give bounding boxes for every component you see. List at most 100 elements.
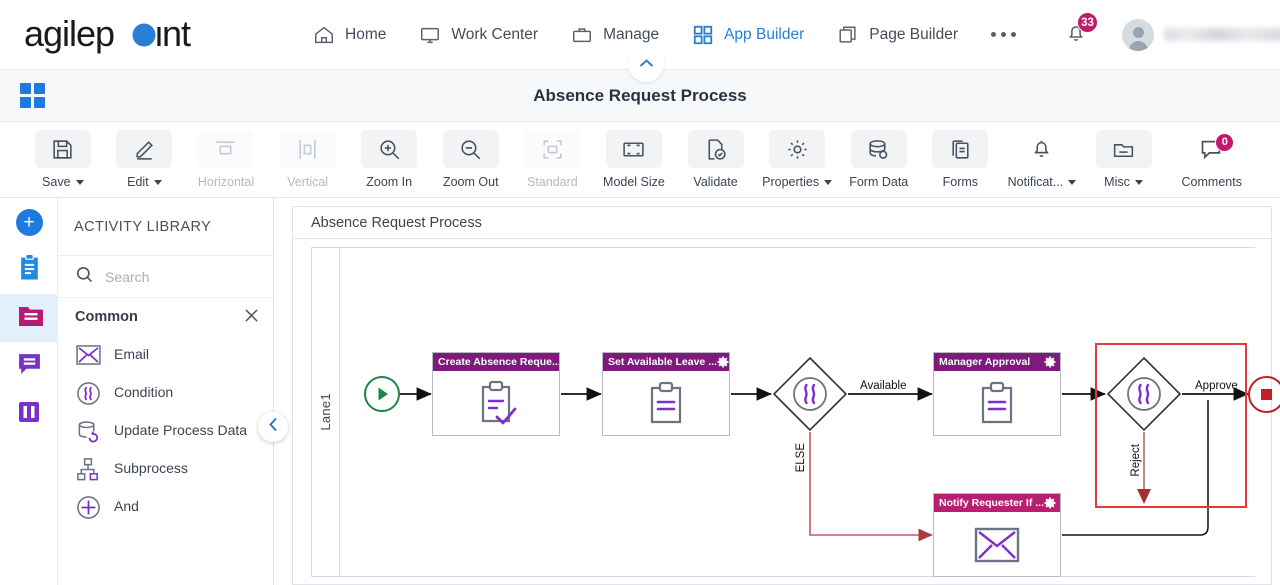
library-item-label: Email <box>114 346 150 363</box>
library-item-update-process-data[interactable]: Update Process Data <box>58 412 273 450</box>
more-menu-icon[interactable] <box>974 26 1032 43</box>
vertical-button: Vertical <box>267 128 349 189</box>
activity-node-set-available-leave[interactable]: Set Available Leave ... <box>602 352 730 436</box>
library-item-label: Subprocess <box>114 460 188 477</box>
page-title: Absence Request Process <box>533 85 747 105</box>
diagram-area[interactable]: Create Absence Reque... Set Available Le… <box>340 248 1280 577</box>
notifications-button[interactable]: 33 <box>1054 12 1098 55</box>
edit-button[interactable]: Edit <box>104 128 186 189</box>
library-group-common[interactable]: Common <box>58 298 273 336</box>
edge-label-reject: Reject <box>1130 444 1142 477</box>
comments-badge: 0 <box>1215 132 1235 152</box>
button-label: Validate <box>693 175 738 189</box>
nav-items: Home Work Center Manage App Builder Page… <box>296 17 1032 53</box>
button-label: Forms <box>942 175 979 189</box>
condition-icon <box>75 380 101 406</box>
gateway-node-condition-1[interactable] <box>772 356 848 432</box>
chevron-down-icon <box>75 179 84 185</box>
activity-node-create-absence-request[interactable]: Create Absence Reque... <box>432 352 560 436</box>
chevron-up-icon <box>639 58 654 68</box>
svg-text:agilep: agilep <box>24 13 114 54</box>
button-label: Horizontal <box>197 175 255 189</box>
rail-item-activity-library[interactable] <box>0 294 58 342</box>
button-label: Zoom In <box>366 175 413 189</box>
folder-lib-icon <box>18 304 44 333</box>
gear-icon[interactable] <box>1044 497 1056 509</box>
rail-item-tasks[interactable] <box>0 246 58 294</box>
nav-item-page-builder[interactable]: Page Builder <box>820 17 974 53</box>
activity-title: Manager Approval <box>939 356 1031 368</box>
nav-item-manage[interactable]: Manage <box>554 17 675 53</box>
comments-button[interactable]: 0 Comments <box>1164 128 1259 189</box>
comment-icon: 0 <box>1184 130 1240 168</box>
pencil-icon <box>116 130 173 168</box>
activity-node-manager-approval[interactable]: Manager Approval <box>933 352 1061 436</box>
columns-icon <box>17 400 41 429</box>
monitor-icon <box>418 23 442 47</box>
lane-header[interactable]: Lane1 <box>312 248 340 576</box>
button-label: Misc <box>1104 175 1130 189</box>
gateway-node-condition-2[interactable] <box>1106 356 1182 432</box>
edge-label-else: ELSE <box>795 443 807 473</box>
rail-item-add-activity[interactable]: + <box>0 198 58 246</box>
envelope-icon <box>974 527 1020 562</box>
activity-body <box>934 371 1060 436</box>
model-toolbar: Save Edit Horizontal Vertical Zoom In Zo… <box>0 122 1280 198</box>
canvas-header-title: Absence Request Process <box>293 207 1271 239</box>
user-profile-menu[interactable] <box>1122 18 1280 51</box>
library-item-and[interactable]: And <box>58 488 273 526</box>
button-label: Model Size <box>603 175 665 189</box>
validate-button[interactable]: Validate <box>675 128 757 189</box>
end-event-node[interactable] <box>1248 376 1280 413</box>
properties-button[interactable]: Properties <box>756 128 838 189</box>
forms-button[interactable]: Forms <box>920 128 1002 189</box>
nav-label: Manage <box>603 25 660 43</box>
rail-item-swimlanes[interactable] <box>0 390 58 438</box>
activity-node-notify-requester[interactable]: Notify Requester If ... <box>933 493 1061 577</box>
task-icon <box>650 381 682 423</box>
plus-circle-icon: + <box>15 208 43 236</box>
model-size-button[interactable]: Model Size <box>593 128 675 189</box>
copy-icon <box>836 23 860 47</box>
grid-icon <box>691 23 715 47</box>
clipboard-icon <box>17 254 42 286</box>
library-item-condition[interactable]: Condition <box>58 374 273 412</box>
update-data-icon <box>75 418 101 444</box>
nav-item-app-builder[interactable]: App Builder <box>675 17 820 53</box>
agilepoint-logo[interactable]: agilep int <box>24 12 196 58</box>
gear-icon[interactable] <box>717 356 729 368</box>
library-item-email[interactable]: Email <box>58 336 273 374</box>
button-label: Save <box>42 175 71 189</box>
process-pool: Lane1 Create Absence Reque... Set Availa… <box>311 247 1280 577</box>
form-data-button[interactable]: Form Data <box>838 128 920 189</box>
edge-label-approve: Approve <box>1195 380 1238 392</box>
chevron-left-icon <box>268 417 279 437</box>
database-icon <box>850 130 907 168</box>
process-canvas[interactable]: Absence Request Process Lane1 Create Abs… <box>292 206 1280 585</box>
start-event-node[interactable] <box>364 376 400 412</box>
button-label: Zoom Out <box>442 175 499 189</box>
activity-title: Notify Requester If ... <box>939 497 1045 509</box>
nav-item-work-center[interactable]: Work Center <box>402 17 554 53</box>
model-size-icon <box>605 130 662 168</box>
zoom-out-button[interactable]: Zoom Out <box>430 128 512 189</box>
subprocess-icon <box>75 456 101 482</box>
chevron-down-icon <box>1134 179 1143 185</box>
misc-button[interactable]: Misc <box>1083 128 1165 189</box>
rail-item-comments[interactable] <box>0 342 58 390</box>
zoom-in-button[interactable]: Zoom In <box>348 128 430 189</box>
search-input[interactable] <box>105 268 245 285</box>
library-item-subprocess[interactable]: Subprocess <box>58 450 273 488</box>
nav-label: Work Center <box>451 25 539 43</box>
chevron-down-icon <box>1068 179 1077 185</box>
stop-icon <box>1261 389 1272 400</box>
nav-item-home[interactable]: Home <box>296 17 402 53</box>
notification-badge: 33 <box>1077 12 1098 33</box>
close-icon[interactable] <box>244 308 259 327</box>
save-button[interactable]: Save <box>22 128 104 189</box>
notifications-toolbar-button[interactable]: Notificat... <box>1001 128 1083 189</box>
collapse-library-panel-button[interactable] <box>258 412 288 442</box>
button-label: Edit <box>127 175 149 189</box>
and-icon <box>75 494 101 520</box>
gear-icon[interactable] <box>1044 356 1056 368</box>
